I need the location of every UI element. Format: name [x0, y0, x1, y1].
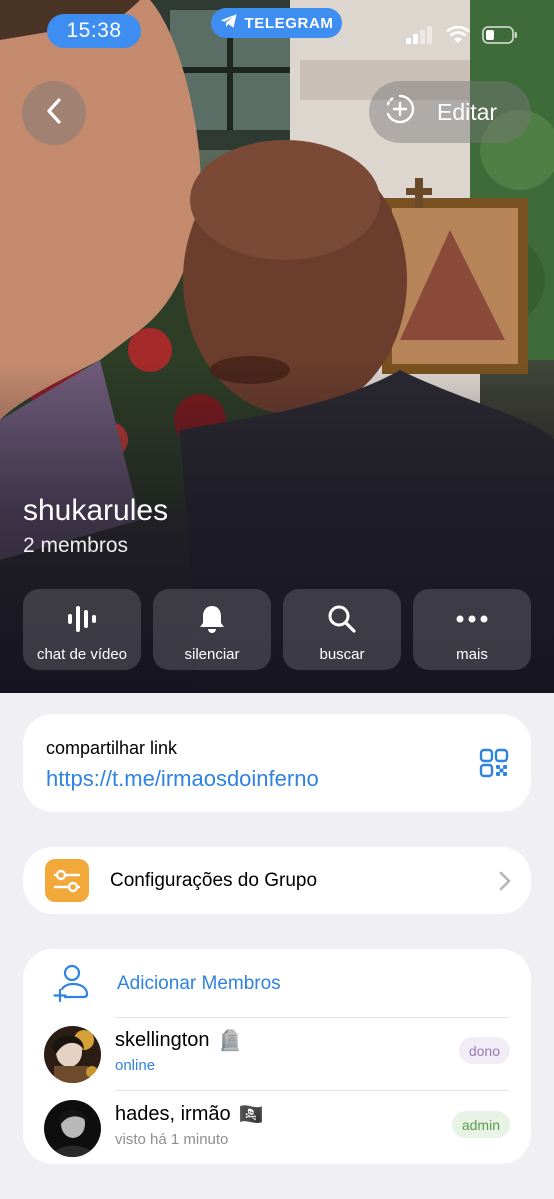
member-status: visto há 1 minuto	[115, 1131, 229, 1148]
group-settings-row[interactable]: Configurações do Grupo	[23, 847, 531, 914]
share-link-card[interactable]: compartilhar link https://t.me/irmaosdoi…	[23, 714, 531, 812]
member-name-text: hades, irmão	[115, 1103, 231, 1125]
add-timer-icon	[385, 94, 415, 130]
search-label: buscar	[319, 646, 365, 663]
group-member-count: 2 membros	[23, 534, 129, 557]
mute-label: silenciar	[184, 646, 240, 663]
bell-icon	[198, 602, 226, 636]
group-settings-label: Configurações do Grupo	[110, 870, 318, 891]
cellular-signal-icon	[406, 26, 434, 49]
action-buttons: chat de vídeo silenciar buscar mais	[23, 589, 531, 670]
video-chat-label: chat de vídeo	[36, 646, 128, 663]
search-icon	[327, 602, 357, 636]
more-icon	[455, 602, 489, 636]
member-name-text: skellington	[115, 1029, 210, 1051]
battery-icon	[482, 26, 518, 49]
edit-button[interactable]: Editar	[369, 81, 531, 143]
search-button[interactable]: buscar	[283, 589, 401, 670]
telegram-icon	[220, 13, 238, 33]
video-chat-button[interactable]: chat de vídeo	[23, 589, 141, 670]
add-members-label: Adicionar Membros	[117, 973, 281, 994]
more-label: mais	[456, 646, 488, 663]
app-pill-label: TELEGRAM	[244, 14, 334, 32]
chevron-right-icon	[499, 871, 511, 896]
share-link-title: compartilhar link	[46, 738, 178, 758]
more-button[interactable]: mais	[413, 589, 531, 670]
member-emoji: 🪦	[217, 1030, 243, 1052]
admin-badge: admin	[451, 1111, 510, 1138]
add-person-icon	[53, 964, 89, 1007]
status-time: 15:38	[47, 14, 141, 48]
add-members-button[interactable]: Adicionar Membros	[23, 949, 531, 1017]
back-button[interactable]	[22, 81, 86, 145]
group-photo-header: 15:38 TELEGRAM Editar shukarules 2 membr…	[0, 0, 554, 693]
edit-label: Editar	[437, 98, 498, 125]
members-card: Adicionar Membros skellington 🪦 online d…	[23, 949, 531, 1164]
member-emoji: 🏴‍☠️	[238, 1104, 264, 1126]
chevron-left-icon	[45, 97, 63, 130]
member-name: hades, irmão 🏴‍☠️	[115, 1102, 264, 1127]
group-title: shukarules	[23, 494, 169, 527]
member-row-hades[interactable]: hades, irmão 🏴‍☠️ visto há 1 minuto admi…	[23, 1091, 531, 1164]
avatar	[44, 1026, 101, 1083]
wifi-icon	[446, 25, 470, 49]
member-name: skellington 🪦	[115, 1028, 242, 1053]
member-status: online	[115, 1057, 156, 1074]
share-link-url[interactable]: https://t.me/irmaosdoinferno	[46, 766, 319, 792]
qr-code-icon[interactable]	[479, 748, 509, 783]
status-icons	[406, 25, 518, 49]
owner-badge: dono	[458, 1037, 510, 1064]
member-row-skellington[interactable]: skellington 🪦 online dono	[23, 1017, 531, 1090]
return-to-app-pill[interactable]: TELEGRAM	[211, 8, 342, 38]
avatar	[44, 1100, 101, 1157]
voice-chat-icon	[66, 602, 98, 636]
sliders-icon	[45, 859, 89, 902]
mute-button[interactable]: silenciar	[153, 589, 271, 670]
group-profile-screen: 15:38 TELEGRAM Editar shukarules 2 membr…	[0, 0, 554, 1199]
